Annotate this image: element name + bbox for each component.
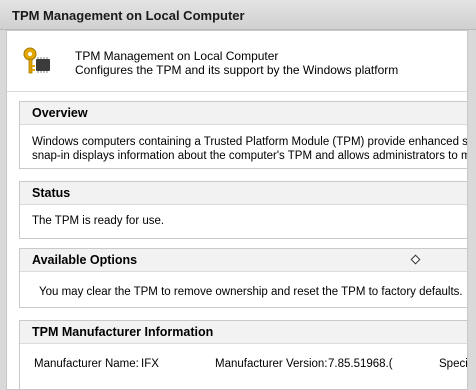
manufacturer-version-value: 7.85.51968.(: [328, 358, 393, 370]
status-section: Status The TPM is ready for use.: [19, 181, 467, 239]
header-title: TPM Management on Local Computer: [75, 49, 279, 63]
window-frame-right: [468, 30, 476, 390]
manufacturer-name-value: IFX: [141, 358, 159, 370]
header-separator: [7, 91, 467, 92]
overview-text-line-1: Windows computers containing a Trusted P…: [32, 136, 468, 148]
tpm-key-chip-icon: [23, 47, 50, 74]
status-heading: Status: [20, 182, 467, 205]
snapin-content-pane[interactable]: TPM Management on Local Computer Configu…: [6, 30, 468, 390]
manufacturer-name-label: Manufacturer Name:: [34, 358, 139, 370]
overview-heading: Overview: [20, 102, 467, 125]
clear-tpm-description: You may clear the TPM to remove ownershi…: [39, 286, 463, 298]
manufacturer-version-label: Manufacturer Version:: [215, 358, 328, 370]
mouse-cursor-icon: [410, 254, 421, 265]
overview-section: Overview Windows computers containing a …: [19, 101, 468, 169]
manufacturer-info-section: TPM Manufacturer Information Manufacture…: [19, 320, 468, 389]
available-options-heading: Available Options: [32, 253, 138, 267]
available-options-section: Available Options You may clear the TPM …: [19, 248, 467, 308]
status-text: The TPM is ready for use.: [32, 215, 165, 227]
available-options-heading-bar: Available Options: [20, 249, 467, 272]
window-title: TPM Management on Local Computer: [12, 8, 245, 23]
header-description: Configures the TPM and its support by th…: [75, 63, 399, 77]
overview-text-line-2: snap-in displays information about the c…: [32, 150, 468, 162]
title-bar: TPM Management on Local Computer: [0, 0, 476, 30]
specification-version-label: Speci: [439, 358, 468, 370]
manufacturer-info-heading: TPM Manufacturer Information: [20, 321, 467, 344]
